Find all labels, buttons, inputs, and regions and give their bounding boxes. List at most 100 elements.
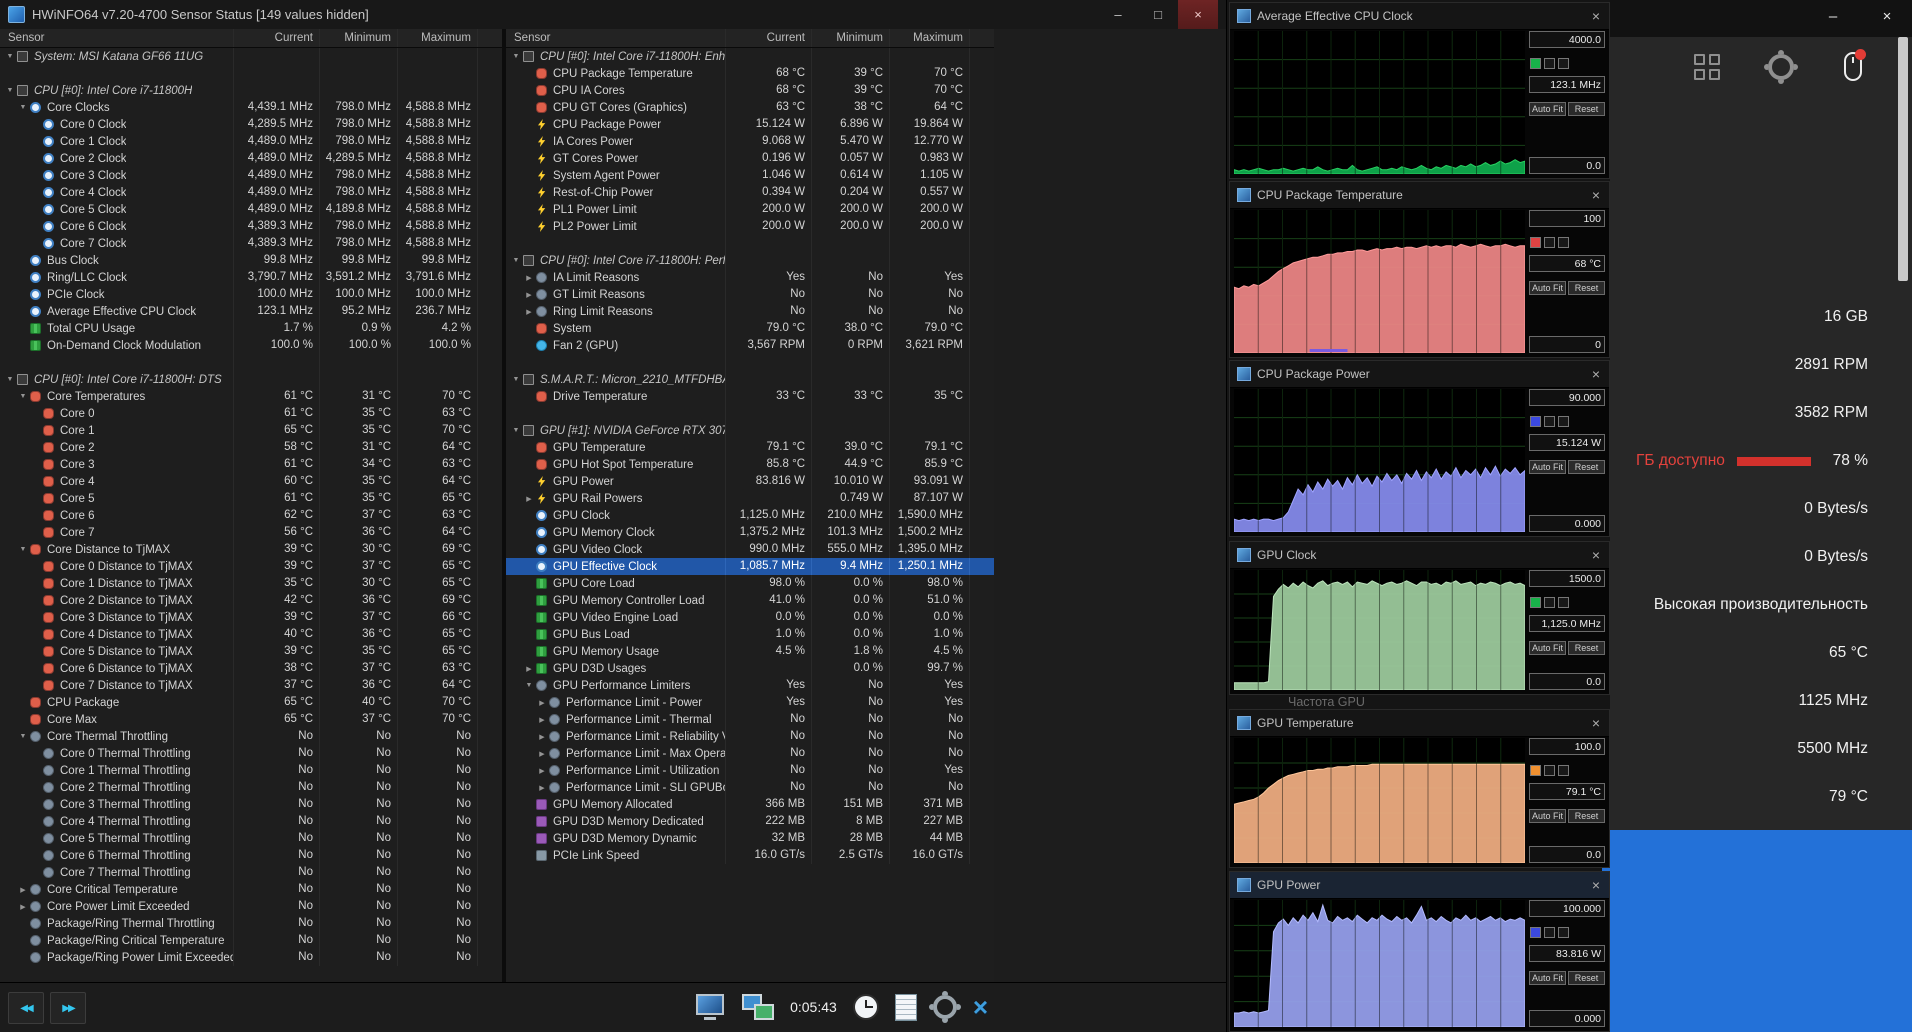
- sensor-group-header[interactable]: ▼CPU [#0]: Intel Core i7-11800H: [0, 82, 502, 99]
- sensor-row[interactable]: Core 460 °C35 °C64 °C: [0, 473, 502, 490]
- sensor-row[interactable]: GPU Memory Usage4.5 %1.8 %4.5 %: [506, 643, 994, 660]
- expand-chevron-icon[interactable]: ▼: [523, 682, 535, 689]
- expand-chevron-icon[interactable]: ▶: [536, 750, 548, 758]
- expand-chevron-icon[interactable]: ▶: [17, 886, 29, 894]
- settings-gear-icon[interactable]: [1768, 54, 1794, 80]
- scrollbar[interactable]: [1898, 37, 1908, 281]
- column-current[interactable]: Current: [233, 29, 319, 47]
- clock-icon[interactable]: [853, 994, 879, 1020]
- sensor-row[interactable]: Core 2 Clock4,489.0 MHz4,289.5 MHz4,588.…: [0, 150, 502, 167]
- column-maximum[interactable]: Maximum: [889, 29, 969, 47]
- sensor-row[interactable]: GPU Video Engine Load0.0 %0.0 %0.0 %: [506, 609, 994, 626]
- sensor-row[interactable]: Core 0 Thermal ThrottlingNoNoNo: [0, 745, 502, 762]
- sensor-row[interactable]: ▼Core Thermal ThrottlingNoNoNo: [0, 728, 502, 745]
- color-swatch[interactable]: [1530, 416, 1541, 427]
- sensor-row[interactable]: GPU Effective Clock1,085.7 MHz9.4 MHz1,2…: [506, 558, 994, 575]
- reset-button[interactable]: Reset: [1568, 460, 1605, 474]
- titlebar[interactable]: HWiNFO64 v7.20-4700 Sensor Status [149 v…: [0, 0, 1226, 30]
- reset-button[interactable]: Reset: [1568, 641, 1605, 655]
- expand-chevron-icon[interactable]: ▼: [17, 393, 29, 400]
- sensor-row[interactable]: ▶Performance Limit - Max Operating Volta…: [506, 745, 994, 762]
- auto-fit-button[interactable]: Auto Fit: [1529, 971, 1566, 985]
- expand-chevron-icon[interactable]: ▼: [510, 427, 522, 434]
- sensor-row[interactable]: ▼Core Clocks4,439.1 MHz798.0 MHz4,588.8 …: [0, 99, 502, 116]
- sensor-row[interactable]: Package/Ring Power Limit ExceededNoNoNo: [0, 949, 502, 966]
- column-minimum[interactable]: Minimum: [319, 29, 397, 47]
- sensor-row[interactable]: Core 6 Distance to TjMAX38 °C37 °C63 °C: [0, 660, 502, 677]
- reset-button[interactable]: Reset: [1568, 102, 1605, 116]
- column-sensor[interactable]: Sensor: [506, 29, 725, 47]
- expand-chevron-icon[interactable]: ▼: [17, 104, 29, 111]
- expand-chevron-icon[interactable]: ▶: [536, 767, 548, 775]
- expand-chevron-icon[interactable]: ▼: [17, 546, 29, 553]
- close-icon[interactable]: ×: [1590, 367, 1602, 381]
- graph-titlebar[interactable]: CPU Package Power×: [1230, 361, 1609, 388]
- expand-chevron-icon[interactable]: ▼: [17, 733, 29, 740]
- sensor-row[interactable]: Drive Temperature33 °C33 °C35 °C: [506, 388, 994, 405]
- column-maximum[interactable]: Maximum: [397, 29, 477, 47]
- sensor-row[interactable]: IA Cores Power9.068 W5.470 W12.770 W: [506, 133, 994, 150]
- sensor-row[interactable]: ▶Performance Limit - ThermalNoNoNo: [506, 711, 994, 728]
- color-swatch[interactable]: [1530, 237, 1541, 248]
- sensor-row[interactable]: CPU Package Power15.124 W6.896 W19.864 W: [506, 116, 994, 133]
- graph-titlebar[interactable]: Average Effective CPU Clock×: [1230, 3, 1609, 30]
- reset-button[interactable]: Reset: [1568, 809, 1605, 823]
- expand-chevron-icon[interactable]: ▶: [17, 903, 29, 911]
- expand-chevron-icon[interactable]: ▶: [523, 495, 535, 503]
- sensor-row[interactable]: Core 7 Clock4,389.3 MHz798.0 MHz4,588.8 …: [0, 235, 502, 252]
- expand-chevron-icon[interactable]: ▼: [4, 376, 16, 383]
- sensor-group-header[interactable]: ▼CPU [#0]: Intel Core i7-11800H: Perform…: [506, 252, 994, 269]
- sensor-row[interactable]: Fan 2 (GPU)3,567 RPM0 RPM3,621 RPM: [506, 337, 994, 354]
- sensor-row[interactable]: Average Effective CPU Clock123.1 MHz95.2…: [0, 303, 502, 320]
- sensor-row[interactable]: Core Max65 °C37 °C70 °C: [0, 711, 502, 728]
- sensor-row[interactable]: Core 6 Clock4,389.3 MHz798.0 MHz4,588.8 …: [0, 218, 502, 235]
- sensor-row[interactable]: GT Cores Power0.196 W0.057 W0.983 W: [506, 150, 994, 167]
- graph-titlebar[interactable]: GPU Power×: [1230, 872, 1609, 899]
- sensor-row[interactable]: ▶Performance Limit - SLI GPUBoost SyncNo…: [506, 779, 994, 796]
- auto-fit-button[interactable]: Auto Fit: [1529, 460, 1566, 474]
- sensor-row[interactable]: GPU D3D Memory Dedicated222 MB8 MB227 MB: [506, 813, 994, 830]
- sensor-row[interactable]: ▶GPU D3D Usages0.0 %99.7 %: [506, 660, 994, 677]
- sensor-row[interactable]: Package/Ring Critical TemperatureNoNoNo: [0, 932, 502, 949]
- next-arrows-button[interactable]: ▶▶: [50, 992, 86, 1024]
- color-swatch[interactable]: [1544, 927, 1555, 938]
- expand-chevron-icon[interactable]: ▶: [523, 274, 535, 282]
- sensor-row[interactable]: Core 2 Distance to TjMAX42 °C36 °C69 °C: [0, 592, 502, 609]
- sensor-row[interactable]: ▶Core Critical TemperatureNoNoNo: [0, 881, 502, 898]
- sensor-row[interactable]: GPU Hot Spot Temperature85.8 °C44.9 °C85…: [506, 456, 994, 473]
- expand-chevron-icon[interactable]: ▶: [536, 716, 548, 724]
- color-swatch[interactable]: [1558, 927, 1569, 938]
- settings-icon[interactable]: [933, 995, 957, 1019]
- sensor-row[interactable]: Core 5 Clock4,489.0 MHz4,189.8 MHz4,588.…: [0, 201, 502, 218]
- report-icon[interactable]: [895, 994, 917, 1021]
- column-header-row[interactable]: Sensor Current Minimum Maximum: [0, 29, 502, 48]
- expand-chevron-icon[interactable]: ▶: [536, 733, 548, 741]
- expand-chevron-icon[interactable]: ▶: [523, 291, 535, 299]
- color-swatch[interactable]: [1558, 416, 1569, 427]
- side-close-button[interactable]: ×: [1872, 8, 1902, 25]
- sensor-row[interactable]: CPU IA Cores68 °C39 °C70 °C: [506, 82, 994, 99]
- column-header-row[interactable]: Sensor Current Minimum Maximum: [506, 29, 994, 48]
- sensor-row[interactable]: On-Demand Clock Modulation100.0 %100.0 %…: [0, 337, 502, 354]
- expand-chevron-icon[interactable]: ▼: [510, 376, 522, 383]
- expand-chevron-icon[interactable]: ▼: [510, 53, 522, 60]
- sensor-row[interactable]: PCIe Link Speed16.0 GT/s2.5 GT/s16.0 GT/…: [506, 847, 994, 864]
- sensor-row[interactable]: ▶Performance Limit - UtilizationNoNoYes: [506, 762, 994, 779]
- network-monitors-icon[interactable]: [742, 994, 774, 1020]
- sensor-group-header[interactable]: ▼GPU [#1]: NVIDIA GeForce RTX 3070 Lapto…: [506, 422, 994, 439]
- mouse-icon[interactable]: [1844, 52, 1862, 81]
- maximize-button[interactable]: □: [1138, 0, 1178, 29]
- sensor-row[interactable]: PL2 Power Limit200.0 W200.0 W200.0 W: [506, 218, 994, 235]
- color-swatch[interactable]: [1544, 416, 1555, 427]
- sensor-group-header[interactable]: ▼CPU [#0]: Intel Core i7-11800H: DTS: [0, 371, 502, 388]
- auto-fit-button[interactable]: Auto Fit: [1529, 641, 1566, 655]
- sensor-row[interactable]: Core 561 °C35 °C65 °C: [0, 490, 502, 507]
- sensor-row[interactable]: Core 6 Thermal ThrottlingNoNoNo: [0, 847, 502, 864]
- apps-grid-icon[interactable]: [1694, 54, 1720, 80]
- close-icon[interactable]: ×: [1590, 878, 1602, 892]
- sensor-group-header[interactable]: ▼S.M.A.R.T.: Micron_2210_MTFDHBA1T0QF...: [506, 371, 994, 388]
- color-swatch[interactable]: [1530, 58, 1541, 69]
- reset-button[interactable]: Reset: [1568, 971, 1605, 985]
- sensor-row[interactable]: CPU GT Cores (Graphics)63 °C38 °C64 °C: [506, 99, 994, 116]
- close-icon[interactable]: ×: [1590, 716, 1602, 730]
